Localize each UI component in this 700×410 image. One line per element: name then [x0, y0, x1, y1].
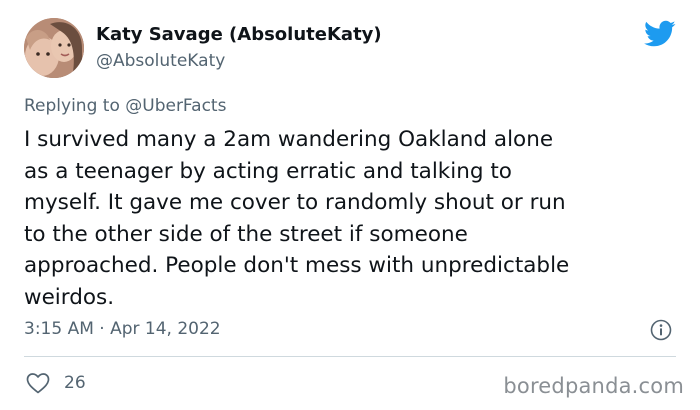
avatar[interactable] — [24, 18, 84, 78]
twitter-bird-icon[interactable] — [644, 20, 676, 48]
heart-icon[interactable] — [26, 372, 50, 394]
divider — [24, 356, 676, 357]
replying-prefix: Replying to — [24, 96, 126, 116]
tweet-text: I survived many a 2am wandering Oakland … — [24, 127, 570, 310]
author-handle[interactable]: @AbsoluteKaty — [96, 51, 225, 71]
author-display-name[interactable]: Katy Savage (AbsoluteKaty) — [96, 24, 382, 45]
replying-to-line: Replying to @UberFacts — [24, 96, 226, 116]
tweet-timestamp[interactable]: 3:15 AM · Apr 14, 2022 — [24, 319, 221, 339]
avatar-photo — [24, 18, 84, 78]
info-icon[interactable] — [650, 319, 672, 341]
reply-mention-link[interactable]: @UberFacts — [125, 96, 226, 116]
watermark: boredpanda.com — [503, 374, 684, 398]
tweet-card: Katy Savage (AbsoluteKaty) @AbsoluteKaty… — [0, 0, 700, 410]
like-count[interactable]: 26 — [64, 373, 86, 393]
